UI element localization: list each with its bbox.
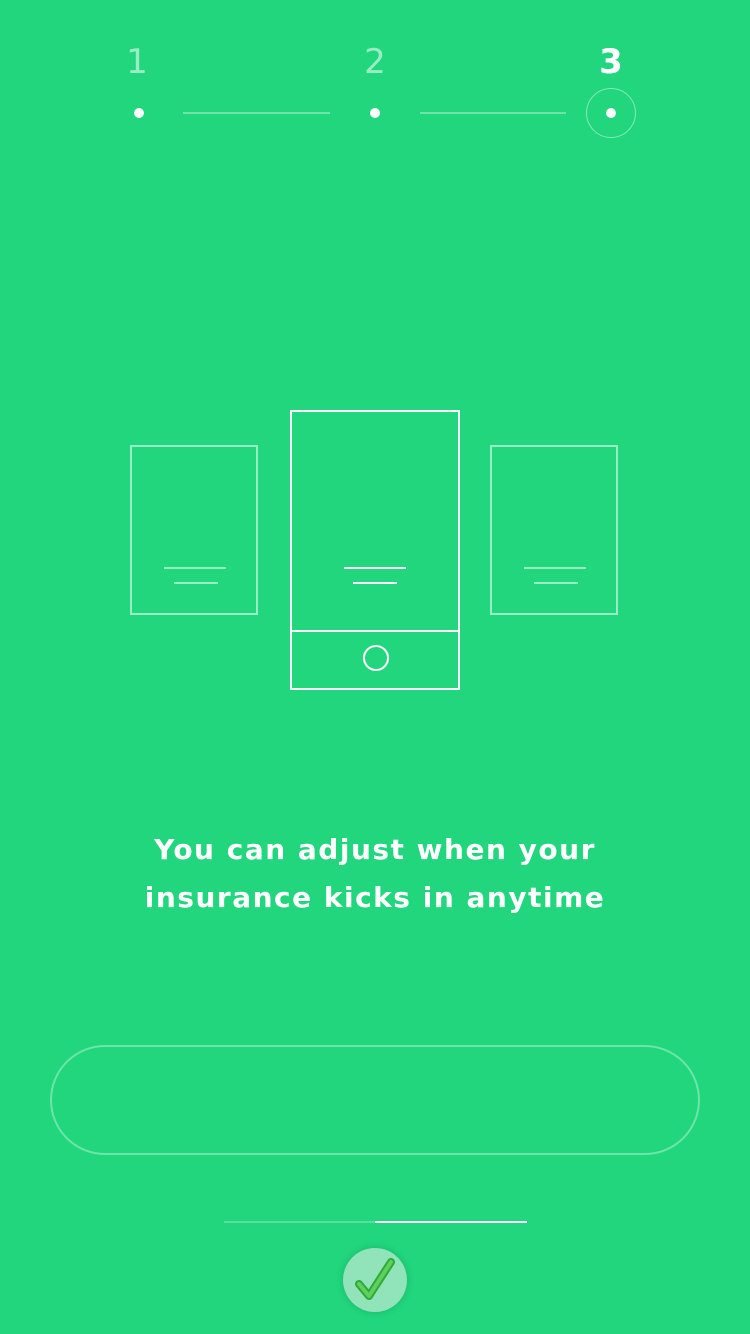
checkmark-badge — [343, 1248, 407, 1312]
card-text-line — [174, 582, 218, 584]
phone-divider — [292, 630, 458, 632]
message-line-1: You can adjust when your — [154, 833, 596, 866]
step-1-dot — [134, 108, 144, 118]
home-button-icon — [363, 645, 389, 671]
step-connector-1 — [183, 112, 330, 114]
onboarding-message: You can adjust when your insurance kicks… — [100, 826, 650, 922]
continue-button[interactable] — [50, 1045, 700, 1155]
step-indicator: 1 2 3 — [0, 0, 750, 160]
card-text-line — [344, 567, 406, 569]
phone-cards-illustration — [0, 400, 750, 700]
step-connector-2 — [420, 112, 566, 114]
right-card — [490, 445, 618, 615]
card-text-line — [164, 567, 226, 569]
card-text-line — [524, 567, 586, 569]
step-1-label: 1 — [126, 42, 148, 82]
message-line-2: insurance kicks in anytime — [144, 881, 606, 914]
page-indicator-active — [375, 1221, 527, 1223]
center-phone-card — [290, 410, 460, 690]
card-text-line — [534, 582, 578, 584]
step-2-label: 2 — [364, 42, 386, 82]
step-3-dot — [606, 108, 616, 118]
checkmark-icon — [355, 1258, 395, 1300]
left-card — [130, 445, 258, 615]
step-2-dot — [370, 108, 380, 118]
step-3-label: 3 — [599, 42, 623, 82]
card-text-line — [353, 582, 397, 584]
